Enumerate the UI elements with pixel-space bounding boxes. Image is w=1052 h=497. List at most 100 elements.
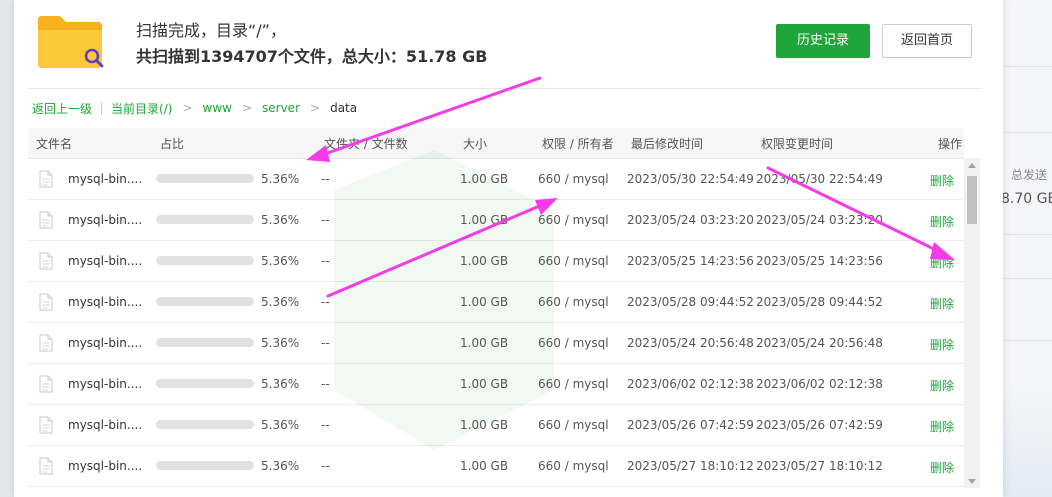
dir-file-count: --: [321, 254, 330, 268]
breadcrumb-separator: >: [310, 101, 321, 115]
permission-change-time: 2023/05/24 20:56:48: [756, 336, 883, 350]
header-divider: [28, 88, 981, 89]
file-table: 文件名 占比 文件夹 / 文件数 大小 权限 / 所有者 最后修改时间 权限变更…: [28, 128, 980, 497]
permission-owner: 660 / mysql: [538, 336, 609, 350]
file-size: 1.00 GB: [460, 172, 509, 186]
file-name[interactable]: mysql-bin....: [68, 295, 142, 309]
file-size: 1.00 GB: [460, 336, 509, 350]
background-divider: [1003, 66, 1052, 67]
modified-time: 2023/05/26 07:42:59: [627, 418, 754, 432]
delete-button[interactable]: 删除: [930, 213, 954, 230]
table-body: mysql-bin.... 5.36% -- 1.00 GB 660 / mysql 20…: [28, 159, 964, 487]
permission-change-time: 2023/05/26 07:42:59: [756, 418, 883, 432]
permission-owner: 660 / mysql: [538, 295, 609, 309]
permission-change-time: 2023/05/28 09:44:52: [756, 295, 883, 309]
breadcrumb: 返回上一级 当前目录(/) > www > server > data: [32, 98, 357, 118]
ratio-bar: [156, 256, 254, 265]
delete-button[interactable]: 删除: [930, 377, 954, 394]
ratio-percent: 5.36%: [261, 213, 300, 227]
table-row[interactable]: mysql-bin.... 5.36% -- 1.00 GB 660 / mysql 20…: [28, 364, 964, 405]
file-name[interactable]: mysql-bin....: [68, 213, 142, 227]
table-row[interactable]: mysql-bin.... 5.36% -- 1.00 GB 660 / mysql 20…: [28, 200, 964, 241]
ratio-percent: 5.36%: [261, 295, 300, 309]
scan-result-modal: 扫描完成，目录“/”， 共扫描到1394707个文件，总大小：51.78 GB …: [14, 0, 1003, 497]
modified-time: 2023/06/02 02:12:38: [627, 377, 754, 391]
ratio-bar: [156, 420, 254, 429]
background-left-edge: [0, 0, 14, 497]
scroll-down-arrow-icon[interactable]: [968, 479, 976, 484]
ratio-bar: [156, 461, 254, 470]
background-total-sent-value: 8.70 GB: [1001, 191, 1052, 207]
scroll-thumb[interactable]: [967, 176, 977, 224]
permission-change-time: 2023/06/02 02:12:38: [756, 377, 883, 391]
breadcrumb-item-server[interactable]: server: [262, 101, 300, 115]
dir-file-count: --: [321, 336, 330, 350]
modified-time: 2023/05/28 09:44:52: [627, 295, 754, 309]
delete-button[interactable]: 删除: [930, 295, 954, 312]
col-ratio[interactable]: 占比: [160, 135, 184, 152]
background-divider: [1003, 132, 1052, 133]
col-filename[interactable]: 文件名: [36, 135, 72, 152]
file-name[interactable]: mysql-bin....: [68, 459, 142, 473]
background-divider: [1003, 278, 1052, 279]
table-scrollbar[interactable]: [964, 158, 980, 488]
breadcrumb-item-www[interactable]: www: [203, 101, 232, 115]
permission-owner: 660 / mysql: [538, 377, 609, 391]
col-ctime[interactable]: 权限变更时间: [761, 135, 833, 152]
ratio-bar: [156, 174, 254, 183]
file-icon: [39, 211, 53, 229]
file-name[interactable]: mysql-bin....: [68, 377, 142, 391]
permission-owner: 660 / mysql: [538, 459, 609, 473]
permission-change-time: 2023/05/27 18:10:12: [756, 459, 883, 473]
table-row[interactable]: mysql-bin.... 5.36% -- 1.00 GB 660 / mysql 20…: [28, 282, 964, 323]
breadcrumb-separator: >: [241, 101, 253, 115]
ratio-percent: 5.36%: [261, 377, 300, 391]
file-name[interactable]: mysql-bin....: [68, 254, 142, 268]
dir-file-count: --: [321, 459, 330, 473]
col-action: 操作: [938, 137, 963, 151]
background-divider: [1003, 340, 1052, 341]
background-chart-area: [1003, 387, 1052, 497]
table-row[interactable]: mysql-bin.... 5.36% -- 1.00 GB 660 / mysql 20…: [28, 446, 964, 487]
breadcrumb-divider: [101, 101, 103, 115]
modal-header: 扫描完成，目录“/”， 共扫描到1394707个文件，总大小：51.78 GB …: [14, 0, 1003, 86]
modified-time: 2023/05/24 20:56:48: [627, 336, 754, 350]
permission-change-time: 2023/05/24 03:23:20: [756, 213, 883, 227]
file-icon: [39, 416, 53, 434]
modified-time: 2023/05/27 18:10:12: [627, 459, 754, 473]
dir-file-count: --: [321, 172, 330, 186]
ratio-percent: 5.36%: [261, 254, 300, 268]
file-name[interactable]: mysql-bin....: [68, 172, 142, 186]
file-icon: [39, 457, 53, 475]
permission-owner: 660 / mysql: [538, 254, 609, 268]
dir-file-count: --: [321, 295, 330, 309]
permission-owner: 660 / mysql: [538, 418, 609, 432]
ratio-percent: 5.36%: [261, 418, 300, 432]
breadcrumb-back-link[interactable]: 返回上一级: [32, 100, 92, 117]
table-row[interactable]: mysql-bin.... 5.36% -- 1.00 GB 660 / mysql 20…: [28, 241, 964, 282]
history-button[interactable]: 历史记录: [776, 24, 870, 58]
delete-button[interactable]: 删除: [930, 336, 954, 353]
file-name[interactable]: mysql-bin....: [68, 418, 142, 432]
delete-button[interactable]: 删除: [930, 459, 954, 476]
ratio-percent: 5.36%: [261, 459, 300, 473]
file-size: 1.00 GB: [460, 254, 509, 268]
table-row[interactable]: mysql-bin.... 5.36% -- 1.00 GB 660 / mysql 20…: [28, 159, 964, 200]
delete-button[interactable]: 删除: [930, 254, 954, 271]
table-row[interactable]: mysql-bin.... 5.36% -- 1.00 GB 660 / mysql 20…: [28, 405, 964, 446]
scroll-up-arrow-icon[interactable]: [968, 163, 976, 168]
dir-file-count: --: [321, 377, 330, 391]
breadcrumb-current-dir[interactable]: 当前目录(/): [111, 100, 172, 117]
file-name[interactable]: mysql-bin....: [68, 336, 142, 350]
col-size[interactable]: 大小: [463, 135, 487, 152]
table-row[interactable]: mysql-bin.... 5.36% -- 1.00 GB 660 / mysql 20…: [28, 323, 964, 364]
col-dir-file-count[interactable]: 文件夹 / 文件数: [324, 135, 408, 152]
dir-file-count: --: [321, 213, 330, 227]
delete-button[interactable]: 删除: [930, 172, 954, 189]
scan-summary: 共扫描到1394707个文件，总大小：51.78 GB: [136, 47, 488, 66]
permission-change-time: 2023/05/30 22:54:49: [756, 172, 883, 186]
delete-button[interactable]: 删除: [930, 418, 954, 435]
col-perm-owner[interactable]: 权限 / 所有者: [542, 135, 614, 152]
back-home-button[interactable]: 返回首页: [882, 24, 972, 58]
col-mtime[interactable]: 最后修改时间: [631, 135, 703, 152]
